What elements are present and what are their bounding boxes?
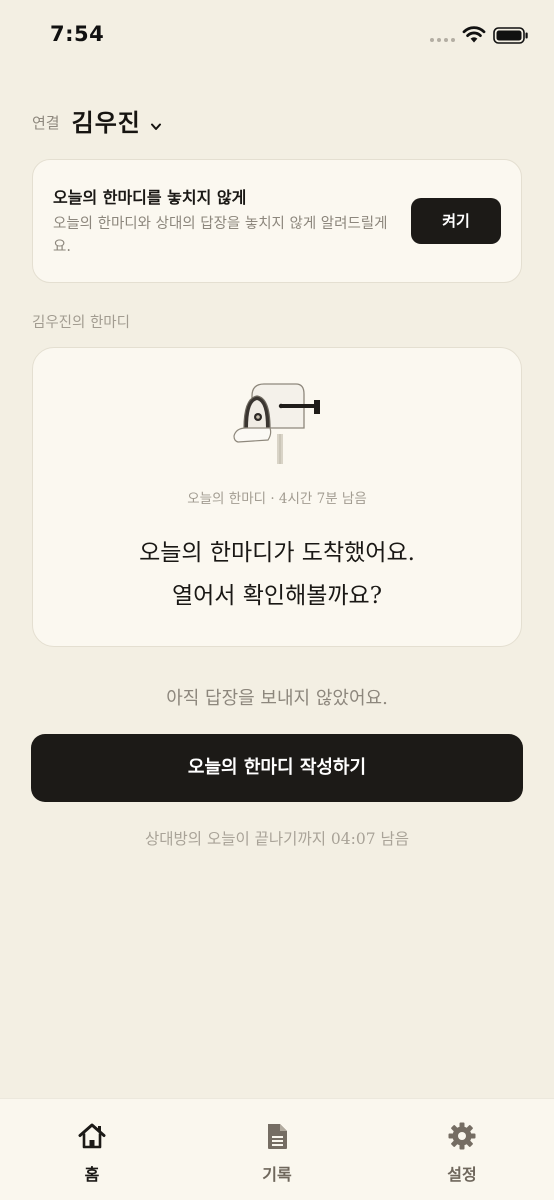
chevron-down-icon[interactable] — [150, 122, 162, 132]
message-line-2: 열어서 확인해볼까요? — [171, 583, 383, 609]
battery-icon — [493, 27, 528, 44]
message-text: 오늘의 한마디가 도착했어요. 열어서 확인해볼까요? — [33, 532, 521, 618]
countdown-text: 상대방의 오늘이 끝나기까지 04:07 남음 — [144, 830, 410, 848]
tab-record[interactable]: 기록 — [217, 1099, 337, 1200]
home-icon — [78, 1123, 106, 1149]
reply-status: 아직 답장을 보내지 않았어요. — [166, 688, 388, 709]
wifi-icon — [462, 26, 486, 43]
tab-home-label: 홈 — [84, 1165, 100, 1184]
section-label: 김우진의 한마디 — [32, 315, 130, 331]
tab-record-label: 기록 — [262, 1165, 292, 1184]
message-card[interactable]: 오늘의 한마디 · 4시간 7분 남음 오늘의 한마디가 도착했어요. 열어서 … — [32, 347, 522, 647]
write-message-button[interactable]: 오늘의 한마디 작성하기 — [31, 734, 523, 802]
signal-dots-icon — [430, 38, 455, 42]
notification-title: 오늘의 한마디를 놓치지 않게 — [53, 188, 247, 207]
connection-selector[interactable]: 연결 김우진 — [32, 103, 162, 138]
notification-card: 오늘의 한마디를 놓치지 않게 오늘의 한마디와 상대의 답장을 놓치지 않게 … — [32, 159, 522, 283]
tab-settings[interactable]: 설정 — [402, 1099, 522, 1200]
home-screen: 7:54 연결 김우진 오늘의 한마디를 놓치지 않게 오늘의 한마디와 상대의… — [0, 0, 554, 1200]
mailbox-icon — [233, 383, 320, 464]
tab-bar: 홈 기록 설정 — [0, 1098, 554, 1200]
message-line-1: 오늘의 한마디가 도착했어요. — [139, 540, 415, 566]
status-bar: 7:54 — [0, 0, 554, 70]
document-icon — [268, 1124, 287, 1149]
gear-icon — [448, 1122, 476, 1150]
notification-description: 오늘의 한마디와 상대의 답장을 놓치지 않게 알려드릴게요. — [53, 216, 388, 255]
status-time: 7:54 — [50, 22, 105, 46]
enable-notifications-button[interactable]: 켜기 — [411, 198, 501, 244]
connection-name[interactable]: 김우진 — [72, 103, 141, 138]
connection-label: 연결 — [32, 114, 60, 132]
tab-settings-label: 설정 — [447, 1165, 477, 1184]
tab-home[interactable]: 홈 — [32, 1099, 152, 1200]
message-meta: 오늘의 한마디 · 4시간 7분 남음 — [187, 491, 367, 507]
